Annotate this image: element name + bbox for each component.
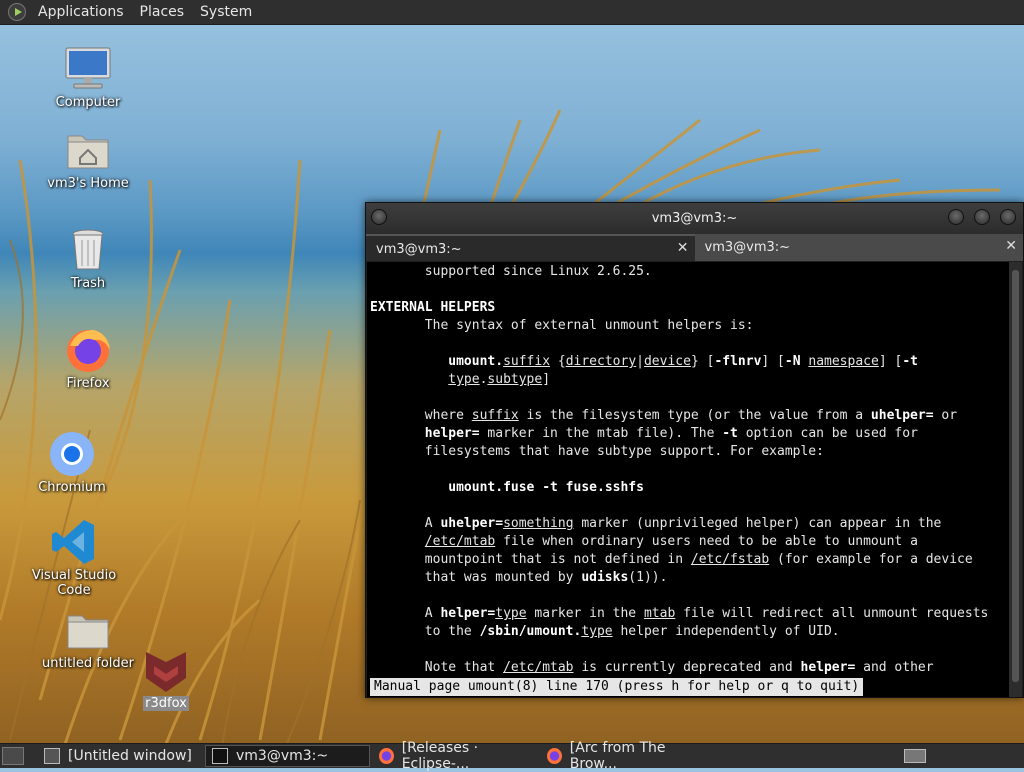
folder-icon	[64, 606, 112, 654]
tab-close-icon[interactable]: ✕	[677, 240, 689, 256]
desktop-icon-label: Visual Studio Code	[31, 568, 117, 598]
r3dfox-icon	[142, 646, 190, 694]
terminal-line: that was mounted by udisks(1)).	[370, 570, 668, 585]
taskbar-item-firefox-releases[interactable]: [Releases · Eclipse-...	[373, 740, 538, 772]
desktop-icon-label: Trash	[70, 276, 106, 291]
window-icon	[44, 748, 60, 764]
taskbar-label: [Releases · Eclipse-...	[401, 740, 479, 772]
terminal-icon	[212, 748, 228, 764]
terminal-line: supported since Linux 2.6.25.	[370, 264, 652, 279]
chromium-icon	[48, 430, 96, 478]
terminal-line: The syntax of external unmount helpers i…	[370, 318, 754, 333]
home-folder-icon	[64, 126, 112, 174]
terminal-line: umount.suffix {directory|device} [-flnrv…	[448, 354, 918, 369]
firefox-icon	[64, 326, 112, 374]
window-title: vm3@vm3:~	[651, 211, 738, 226]
close-button[interactable]	[1000, 209, 1016, 225]
tab-close-icon[interactable]: ✕	[1005, 238, 1017, 254]
desktop-icon-firefox[interactable]: Firefox	[38, 326, 138, 391]
desktop-icon-trash[interactable]: Trash	[38, 226, 138, 291]
menu-system[interactable]: System	[192, 4, 260, 20]
window-titlebar[interactable]: vm3@vm3:~	[366, 203, 1023, 234]
desktop-icon-computer[interactable]: Computer	[38, 45, 138, 110]
desktop-icon-label: vm3's Home	[47, 176, 129, 191]
firefox-icon	[547, 748, 562, 764]
terminal-line: where suffix is the filesystem type (or …	[370, 408, 958, 423]
firefox-icon	[379, 748, 394, 764]
show-desktop-icon[interactable]	[2, 747, 24, 765]
desktop-icon-r3dfox[interactable]: r3dfox	[116, 646, 216, 711]
desktop-icon-label: Firefox	[66, 376, 110, 391]
taskbar-label: vm3@vm3:~	[236, 748, 329, 764]
terminal-output[interactable]: supported since Linux 2.6.25. EXTERNAL H…	[367, 262, 1009, 697]
pager-status-line: Manual page umount(8) line 170 (press h …	[370, 678, 864, 696]
scrollbar-thumb[interactable]	[1012, 270, 1019, 682]
terminal-line: Note that /etc/mtab is currently depreca…	[370, 660, 934, 675]
taskbar-label: [Arc from The Brow...	[569, 740, 666, 772]
desktop-icon-label: Computer	[55, 95, 121, 110]
taskbar-item-untitled-window[interactable]: [Untitled window]	[38, 745, 202, 767]
trash-icon	[64, 226, 112, 274]
vscode-icon	[50, 518, 98, 566]
bottom-panel: [Untitled window] vm3@vm3:~ [Releases · …	[0, 740, 1024, 772]
distro-logo-icon[interactable]	[8, 3, 26, 21]
terminal-line: filesystems that have subtype support. F…	[370, 444, 824, 459]
minimize-button[interactable]	[948, 209, 964, 225]
maximize-button[interactable]	[974, 209, 990, 225]
terminal-line: type.subtype]	[448, 372, 551, 387]
tab-label: vm3@vm3:~	[704, 240, 791, 255]
desktop-icon-home[interactable]: vm3's Home	[38, 126, 138, 191]
terminal-window[interactable]: vm3@vm3:~ vm3@vm3:~ ✕ vm3@vm3:~ ✕ suppor…	[365, 202, 1024, 698]
desktop-icon-vscode[interactable]: Visual Studio Code	[24, 518, 124, 598]
terminal-line: helper= marker in the mtab file). The -t…	[424, 426, 918, 441]
tab-bar: vm3@vm3:~ ✕ vm3@vm3:~ ✕	[366, 234, 1023, 261]
taskbar-label: [Untitled window]	[68, 748, 192, 764]
terminal-line: A uhelper=something marker (unprivileged…	[370, 516, 942, 531]
menu-applications[interactable]: Applications	[30, 4, 132, 20]
tab-terminal-2[interactable]: vm3@vm3:~ ✕	[694, 234, 1023, 261]
terminal-line: umount.fuse -t fuse.sshfs	[448, 480, 644, 495]
terminal-line: EXTERNAL HELPERS	[370, 300, 496, 315]
terminal-line: mountpoint that is not defined in /etc/f…	[370, 552, 973, 567]
taskbar-item-firefox-arc[interactable]: [Arc from The Brow...	[541, 740, 706, 772]
menu-places[interactable]: Places	[132, 4, 193, 20]
workspace-switcher[interactable]	[904, 749, 926, 763]
terminal-line: A helper=type marker in the mtab file wi…	[370, 606, 989, 621]
terminal-line: /etc/mtab file when ordinary users need …	[424, 534, 918, 549]
taskbar-item-terminal[interactable]: vm3@vm3:~	[205, 745, 370, 767]
desktop-icon-chromium[interactable]: Chromium	[22, 430, 122, 495]
top-panel: Applications Places System	[0, 0, 1024, 25]
desktop-icon-label: r3dfox	[143, 696, 189, 711]
terminal-line: to the /sbin/umount.type helper independ…	[370, 624, 840, 639]
terminal-scrollbar[interactable]	[1009, 262, 1022, 697]
tab-label: vm3@vm3:~	[376, 242, 462, 257]
computer-icon	[64, 45, 112, 93]
desktop-icon-label: Chromium	[38, 480, 106, 495]
tab-terminal-1[interactable]: vm3@vm3:~ ✕	[366, 234, 695, 261]
